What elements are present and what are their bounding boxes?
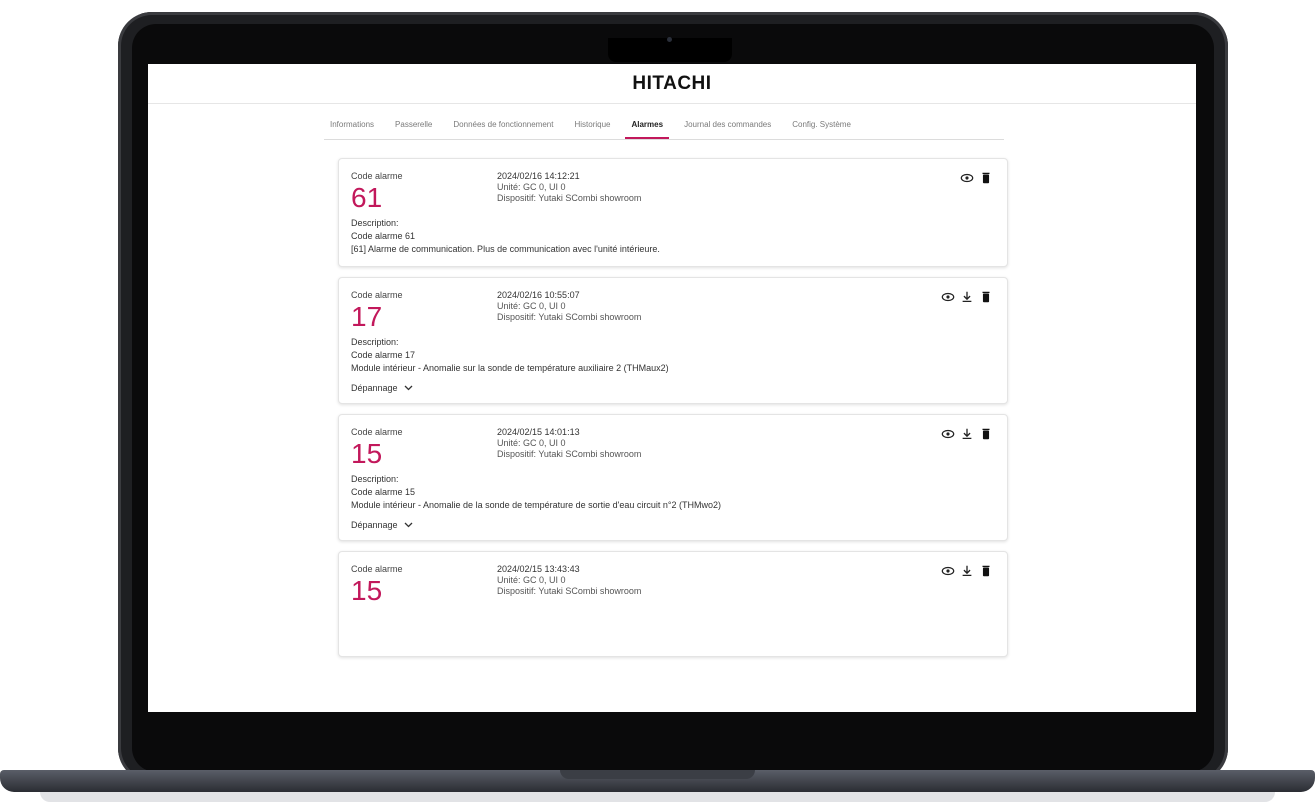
alarm-actions	[941, 564, 993, 578]
trash-icon[interactable]	[979, 564, 993, 578]
alarm-description: Description: Code alarme 15 Module intér…	[351, 473, 995, 512]
alarm-description: Description: Code alarme 61 [61] Alarme …	[351, 217, 995, 256]
screen: HITACHI Informations Passerelle Données …	[148, 64, 1196, 712]
alarm-datetime: 2024/02/16 14:12:21	[497, 171, 580, 181]
alarm-code-label: Code alarme	[351, 290, 403, 300]
alarm-unit: Unité: GC 0, UI 0	[497, 438, 566, 448]
alarm-header: Code alarme 61 2024/02/16 14:12:21 Unité…	[351, 171, 995, 213]
alarm-code-block: Code alarme 15	[351, 427, 497, 469]
description-text: Module intérieur - Anomalie sur la sonde…	[351, 363, 669, 373]
trash-icon[interactable]	[979, 427, 993, 441]
alarm-header: Code alarme 15 2024/02/15 13:43:43 Unité…	[351, 564, 995, 606]
alarm-code-value: 15	[351, 438, 383, 469]
tab-historique[interactable]: Historique	[568, 120, 616, 139]
chevron-down-icon	[404, 522, 413, 528]
eye-icon[interactable]	[941, 290, 955, 304]
alarm-actions	[941, 290, 993, 304]
troubleshoot-toggle[interactable]: Dépannage	[351, 383, 995, 393]
alarm-code-value: 61	[351, 182, 383, 213]
alarm-meta: 2024/02/16 14:12:21 Unité: GC 0, UI 0 Di…	[497, 171, 641, 213]
alarm-header: Code alarme 17 2024/02/16 10:55:07 Unité…	[351, 290, 995, 332]
alarm-datetime: 2024/02/15 14:01:13	[497, 427, 580, 437]
alarm-code-label: Code alarme	[351, 171, 403, 181]
alarm-unit: Unité: GC 0, UI 0	[497, 301, 566, 311]
alarm-device: Dispositif: Yutaki SCombi showroom	[497, 193, 642, 203]
eye-icon[interactable]	[941, 564, 955, 578]
laptop-base-shadow	[40, 792, 1275, 802]
tab-alarmes[interactable]: Alarmes	[625, 120, 670, 139]
alarm-card: Code alarme 15 2024/02/15 14:01:13 Unité…	[338, 414, 1008, 541]
tab-bar: Informations Passerelle Données de fonct…	[324, 104, 1004, 140]
troubleshoot-label: Dépannage	[351, 520, 398, 530]
eye-icon[interactable]	[941, 427, 955, 441]
description-label: Description:	[351, 474, 399, 484]
troubleshoot-toggle[interactable]: Dépannage	[351, 520, 995, 530]
tab-donnees-fonctionnement[interactable]: Données de fonctionnement	[447, 120, 559, 139]
alarm-card: Code alarme 61 2024/02/16 14:12:21 Unité…	[338, 158, 1008, 267]
description-code: Code alarme 61	[351, 231, 416, 241]
download-icon[interactable]	[960, 564, 974, 578]
alarm-unit: Unité: GC 0, UI 0	[497, 575, 566, 585]
app-header: HITACHI	[148, 64, 1196, 104]
alarm-card: Code alarme 17 2024/02/16 10:55:07 Unité…	[338, 277, 1008, 404]
alarm-description: Description: Code alarme 17 Module intér…	[351, 336, 995, 375]
chevron-down-icon	[404, 385, 413, 391]
troubleshoot-label: Dépannage	[351, 383, 398, 393]
brand-logo: HITACHI	[632, 72, 712, 94]
description-text: Module intérieur - Anomalie de la sonde …	[351, 500, 722, 510]
alarm-datetime: 2024/02/16 10:55:07	[497, 290, 580, 300]
description-code: Code alarme 15	[351, 487, 416, 497]
download-icon[interactable]	[960, 290, 974, 304]
description-code: Code alarme 17	[351, 350, 416, 360]
alarm-actions	[960, 171, 993, 185]
alarm-device: Dispositif: Yutaki SCombi showroom	[497, 312, 642, 322]
laptop-frame: HITACHI Informations Passerelle Données …	[0, 0, 1315, 808]
eye-icon[interactable]	[960, 171, 974, 185]
alarm-code-value: 15	[351, 575, 383, 606]
alarm-meta: 2024/02/16 10:55:07 Unité: GC 0, UI 0 Di…	[497, 290, 641, 332]
alarm-code-label: Code alarme	[351, 427, 403, 437]
tab-config-systeme[interactable]: Config. Système	[786, 120, 857, 139]
alarm-device: Dispositif: Yutaki SCombi showroom	[497, 449, 642, 459]
tab-journal-commandes[interactable]: Journal des commandes	[678, 120, 777, 139]
laptop-base-lip	[560, 770, 755, 779]
alarm-header: Code alarme 15 2024/02/15 14:01:13 Unité…	[351, 427, 995, 469]
alarm-code-block: Code alarme 17	[351, 290, 497, 332]
alarm-code-block: Code alarme 15	[351, 564, 497, 606]
description-text: [61] Alarme de communication. Plus de co…	[351, 244, 660, 254]
trash-icon[interactable]	[979, 171, 993, 185]
trash-icon[interactable]	[979, 290, 993, 304]
download-icon[interactable]	[960, 427, 974, 441]
alarm-meta: 2024/02/15 14:01:13 Unité: GC 0, UI 0 Di…	[497, 427, 641, 469]
alarm-list: Code alarme 61 2024/02/16 14:12:21 Unité…	[338, 158, 1008, 667]
camera-icon	[667, 37, 672, 42]
alarm-device: Dispositif: Yutaki SCombi showroom	[497, 586, 642, 596]
alarm-code-label: Code alarme	[351, 564, 403, 574]
tab-informations[interactable]: Informations	[324, 120, 380, 139]
description-label: Description:	[351, 337, 399, 347]
alarm-card: Code alarme 15 2024/02/15 13:43:43 Unité…	[338, 551, 1008, 657]
alarm-code-value: 17	[351, 301, 383, 332]
alarm-code-block: Code alarme 61	[351, 171, 497, 213]
alarm-actions	[941, 427, 993, 441]
alarm-meta: 2024/02/15 13:43:43 Unité: GC 0, UI 0 Di…	[497, 564, 641, 606]
alarm-unit: Unité: GC 0, UI 0	[497, 182, 566, 192]
description-label: Description:	[351, 218, 399, 228]
tab-passerelle[interactable]: Passerelle	[389, 120, 438, 139]
alarm-datetime: 2024/02/15 13:43:43	[497, 564, 580, 574]
